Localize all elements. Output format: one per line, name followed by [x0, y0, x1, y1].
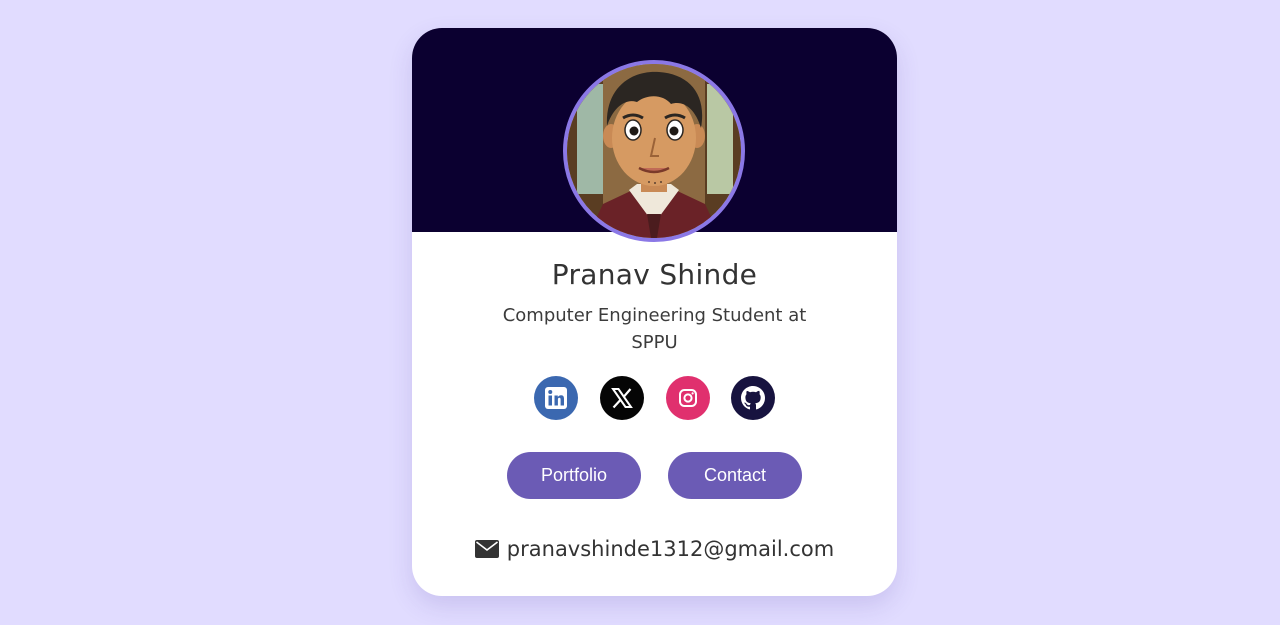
email-link[interactable]: pranavshinde1312@gmail.com [507, 537, 834, 561]
x-icon [611, 388, 633, 409]
contact-button[interactable]: Contact [668, 452, 802, 499]
social-links [534, 376, 776, 420]
linkedin-link[interactable] [534, 376, 578, 420]
github-link[interactable] [731, 376, 775, 420]
envelope-icon [474, 540, 499, 558]
linkedin-icon [545, 387, 567, 409]
x-link[interactable] [600, 376, 644, 420]
profile-card: Pranav Shinde Computer Engineering Stude… [412, 28, 897, 596]
instagram-link[interactable] [666, 376, 710, 420]
portfolio-button[interactable]: Portfolio [507, 452, 641, 499]
profile-avatar [563, 60, 745, 242]
email-row: pranavshinde1312@gmail.com [412, 534, 897, 564]
avatar-illustration [567, 64, 741, 238]
instagram-icon [679, 389, 697, 407]
github-icon [741, 386, 765, 410]
profile-name: Pranav Shinde [551, 258, 758, 291]
profile-subtitle: Computer Engineering Student at SPPU [502, 305, 807, 353]
